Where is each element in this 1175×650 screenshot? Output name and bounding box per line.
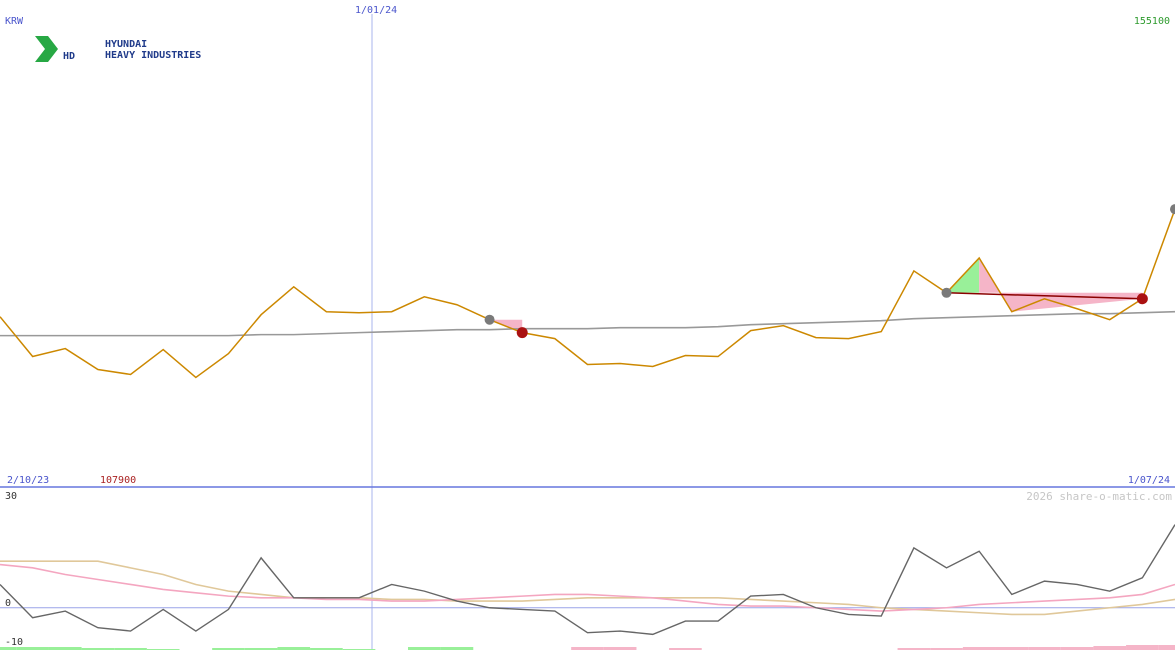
y-max-label: 155100 (1134, 16, 1170, 27)
currency-label: KRW (5, 16, 24, 27)
logo-line2: HEAVY INDUSTRIES (105, 50, 201, 61)
logo-mark-icon (35, 36, 58, 62)
end-date-label: 1/07/24 (1128, 475, 1170, 486)
osc-label-bottom: -10 (5, 637, 23, 648)
top-date-label: 1/01/24 (355, 5, 397, 16)
logo-line1: HYUNDAI (105, 39, 147, 50)
logo: HD HYUNDAI HEAVY INDUSTRIES (35, 36, 201, 62)
price-line (0, 208, 1175, 379)
peak-marker-1 (941, 287, 952, 298)
histogram-bar-35 (1126, 645, 1159, 650)
osc-label-zero: 0 (5, 598, 11, 609)
logo-hd: HD (63, 51, 75, 62)
chart-grid (0, 14, 1175, 650)
osc-label-top: 30 (5, 491, 17, 502)
peak-marker-2 (1170, 204, 1175, 215)
histogram-bars (0, 645, 1175, 650)
histogram-bar-36 (1158, 645, 1175, 650)
oscillator-line (0, 524, 1175, 636)
start-date-label: 2/10/23 (7, 475, 49, 486)
watermark: 2026 share-o-matic.com (1026, 490, 1172, 503)
oscillator-signal-line (0, 563, 1175, 612)
oscillator-slow-line (0, 560, 1175, 616)
stock-chart: HD HYUNDAI HEAVY INDUSTRIES KRW 1/01/24 … (0, 5, 1175, 650)
peak-marker-0 (484, 314, 495, 325)
y-min-label: 107900 (100, 475, 136, 486)
price-panel (0, 208, 1175, 379)
moving-average-line (0, 310, 1175, 337)
histogram-bar-34 (1093, 646, 1127, 650)
oscillator-panel (0, 524, 1175, 636)
pivot-markers (484, 204, 1175, 339)
trough-marker-0 (516, 327, 528, 339)
trough-marker-1 (1136, 293, 1148, 305)
